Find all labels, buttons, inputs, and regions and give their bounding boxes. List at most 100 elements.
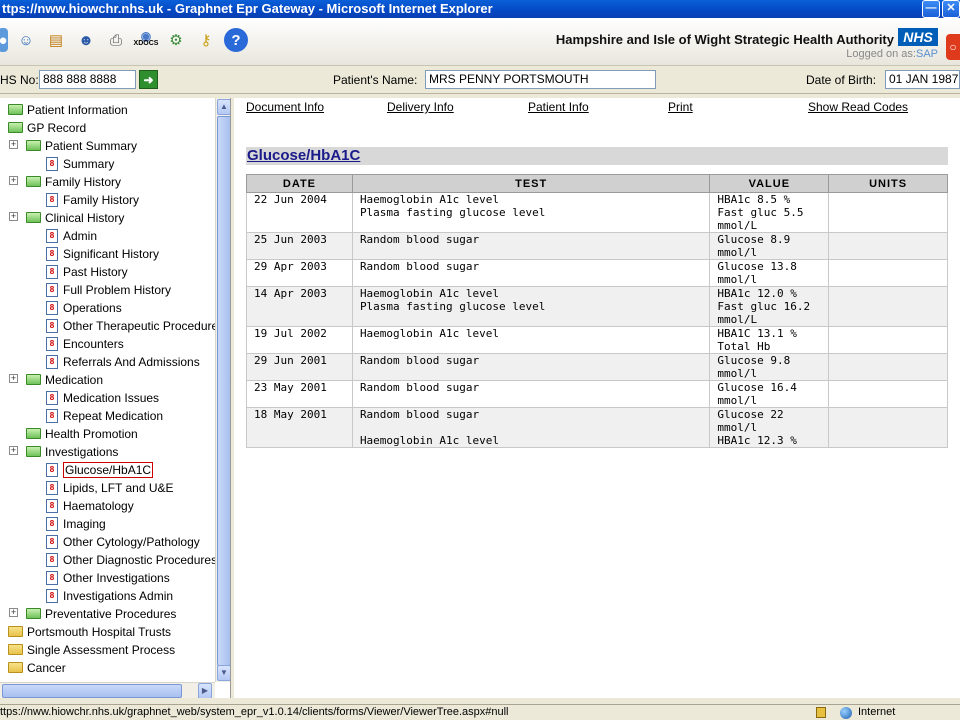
keys-icon[interactable]: ⚷ [194,28,218,52]
tree-vertical-scrollbar[interactable]: ▲ ▼ [215,98,230,682]
documents-icon[interactable]: ▤ [44,28,68,52]
scroll-right-icon[interactable]: ▶ [198,683,212,698]
tree-item-label: Health Promotion [45,426,138,441]
user-icon[interactable]: ☻ [74,28,98,52]
tree-item[interactable]: 8 Full Problem History [46,281,171,298]
xdocs-label: XDOCS [133,40,159,47]
cell-units [828,192,948,206]
tree-item[interactable]: 8 Admin [46,227,97,244]
table-row: 18 May 2001 Random blood sugar Glucose 22 … [246,407,948,434]
tree-item[interactable]: 8 Haematology [46,497,134,514]
tree-item-label: Family History [45,174,122,189]
minimize-icon[interactable]: — [922,0,940,18]
tree-item-label: Lipids, LFT and U&E [63,480,174,495]
tree-item[interactable]: 8 Imaging [46,515,106,532]
tree-item[interactable]: 8 Repeat Medication [46,407,163,424]
cell-units [828,300,948,327]
logged-on-user: SAP [915,48,938,60]
expand-icon[interactable]: + [9,446,18,455]
nhs-no-label: HS No: [0,73,39,87]
scroll-down-icon[interactable]: ▼ [217,665,230,681]
patient-name-field[interactable]: MRS PENNY PORTSMOUTH [425,70,656,89]
tree-item[interactable]: Single Assessment Process [8,641,175,658]
tree-hscroll-thumb[interactable] [2,684,182,698]
show-read-codes-link[interactable]: Show Read Codes [808,100,908,114]
tree-item[interactable]: + Preventative Procedures [9,605,176,622]
scroll-up-icon[interactable]: ▲ [217,99,230,115]
expand-icon[interactable]: + [9,140,18,149]
tree-item[interactable]: 8 Investigations Admin [46,587,173,604]
cell-units [828,206,948,233]
tree-item[interactable]: 8 Referrals And Admissions [46,353,200,370]
tree-item[interactable]: 8 Glucose/HbA1C [46,461,154,478]
tree-item[interactable]: Cancer [8,659,66,676]
print-link[interactable]: Print [668,100,693,114]
section-title[interactable]: Glucose/HbA1C [246,147,360,164]
tree-item[interactable]: GP Record [8,119,86,136]
tree-item[interactable]: 8 Other Cytology/Pathology [46,533,200,550]
tree-item[interactable]: + Family History [9,173,122,190]
patient-info-link[interactable]: Patient Info [528,100,589,114]
expand-icon[interactable]: + [9,212,18,221]
document-icon: 8 [46,588,58,603]
cell-value: Fast gluc 5.5 mmol/L [709,206,830,233]
nhs-no-field[interactable]: 888 888 8888 [39,70,136,89]
go-arrow-button[interactable]: ➜ [139,70,158,89]
folder-icon [8,644,23,655]
tree-item[interactable]: 8 Medication Issues [46,389,159,406]
tree-item[interactable]: 8 Other Investigations [46,569,170,586]
nhs-logo: NHS [898,28,938,46]
patients-icon[interactable]: ☺ [14,28,38,52]
tree-item[interactable]: 8 Other Therapeutic Procedures [46,317,224,334]
tree-horizontal-scrollbar[interactable]: ▶ [0,682,215,698]
window-title-bar: ttps://nww.hiowchr.nhs.uk - Graphnet Epr… [0,0,960,18]
tree-item[interactable]: 8 Significant History [46,245,159,262]
document-info-link[interactable]: Document Info [246,100,324,114]
document-icon: 8 [46,318,58,333]
tree-item[interactable]: 8 Encounters [46,335,124,352]
folder-icon [26,176,41,187]
exit-button[interactable]: ○ [946,34,960,60]
help-icon[interactable]: ? [224,28,248,52]
tree-item[interactable]: + Clinical History [9,209,124,226]
folder-icon [8,122,23,133]
tree-item-label: Significant History [63,246,160,261]
expand-icon[interactable]: + [9,176,18,185]
tree-item[interactable]: Portsmouth Hospital Trusts [8,623,171,640]
tree-item[interactable]: 8 Other Diagnostic Procedures [46,551,217,568]
tree-item[interactable]: Health Promotion [26,425,138,442]
settings-icon[interactable]: ⚙ [164,28,188,52]
patient-bar: HS No: 888 888 8888 ➜ Patient's Name: MR… [0,66,960,94]
folder-icon [8,626,23,637]
expand-icon[interactable]: + [9,374,18,383]
table-row: Plasma fasting glucose level Fast gluc 16… [246,300,948,327]
cell-value: HBA1C 13.1 % Total Hb [709,326,830,354]
tree-item[interactable]: 8 Summary [46,155,114,172]
printer-icon[interactable]: ⎙ [104,28,128,52]
tree-scroll-thumb[interactable] [217,116,230,666]
tree-item[interactable]: + Medication [9,371,103,388]
document-icon: 8 [46,390,58,405]
document-icon: 8 [46,570,58,585]
tree-item-label: Patient Summary [45,138,138,153]
xdocs-icon[interactable]: ◉ XDOCS [133,28,159,52]
tree-item[interactable]: + Patient Summary [9,137,138,154]
tree-item[interactable]: 8 Family History [46,191,139,208]
close-icon[interactable]: ✕ [942,0,960,18]
tree-item[interactable]: 8 Operations [46,299,122,316]
tree-item[interactable]: 8 Lipids, LFT and U&E [46,479,174,496]
tree-item[interactable]: Patient Information [8,101,128,118]
document-icon: 8 [46,480,58,495]
tree-item[interactable]: 8 Past History [46,263,128,280]
expand-icon[interactable]: + [9,608,18,617]
tree-item[interactable]: + Investigations [9,443,118,460]
delivery-info-link[interactable]: Delivery Info [387,100,454,114]
lock-icon [816,707,826,718]
navigation-tree: Patient Information GP Record + Patient Sum… [0,98,231,698]
dob-field[interactable]: 01 JAN 1987 [885,70,960,89]
cell-value: Fast gluc 16.2 mmol/L [709,300,830,327]
status-url: ttps://nww.hiowchr.nhs.uk/graphnet_web/s… [0,706,509,718]
home-icon[interactable]: ● [0,28,8,52]
document-icon: 8 [46,282,58,297]
cell-test: Haemoglobin A1c level [351,434,711,448]
